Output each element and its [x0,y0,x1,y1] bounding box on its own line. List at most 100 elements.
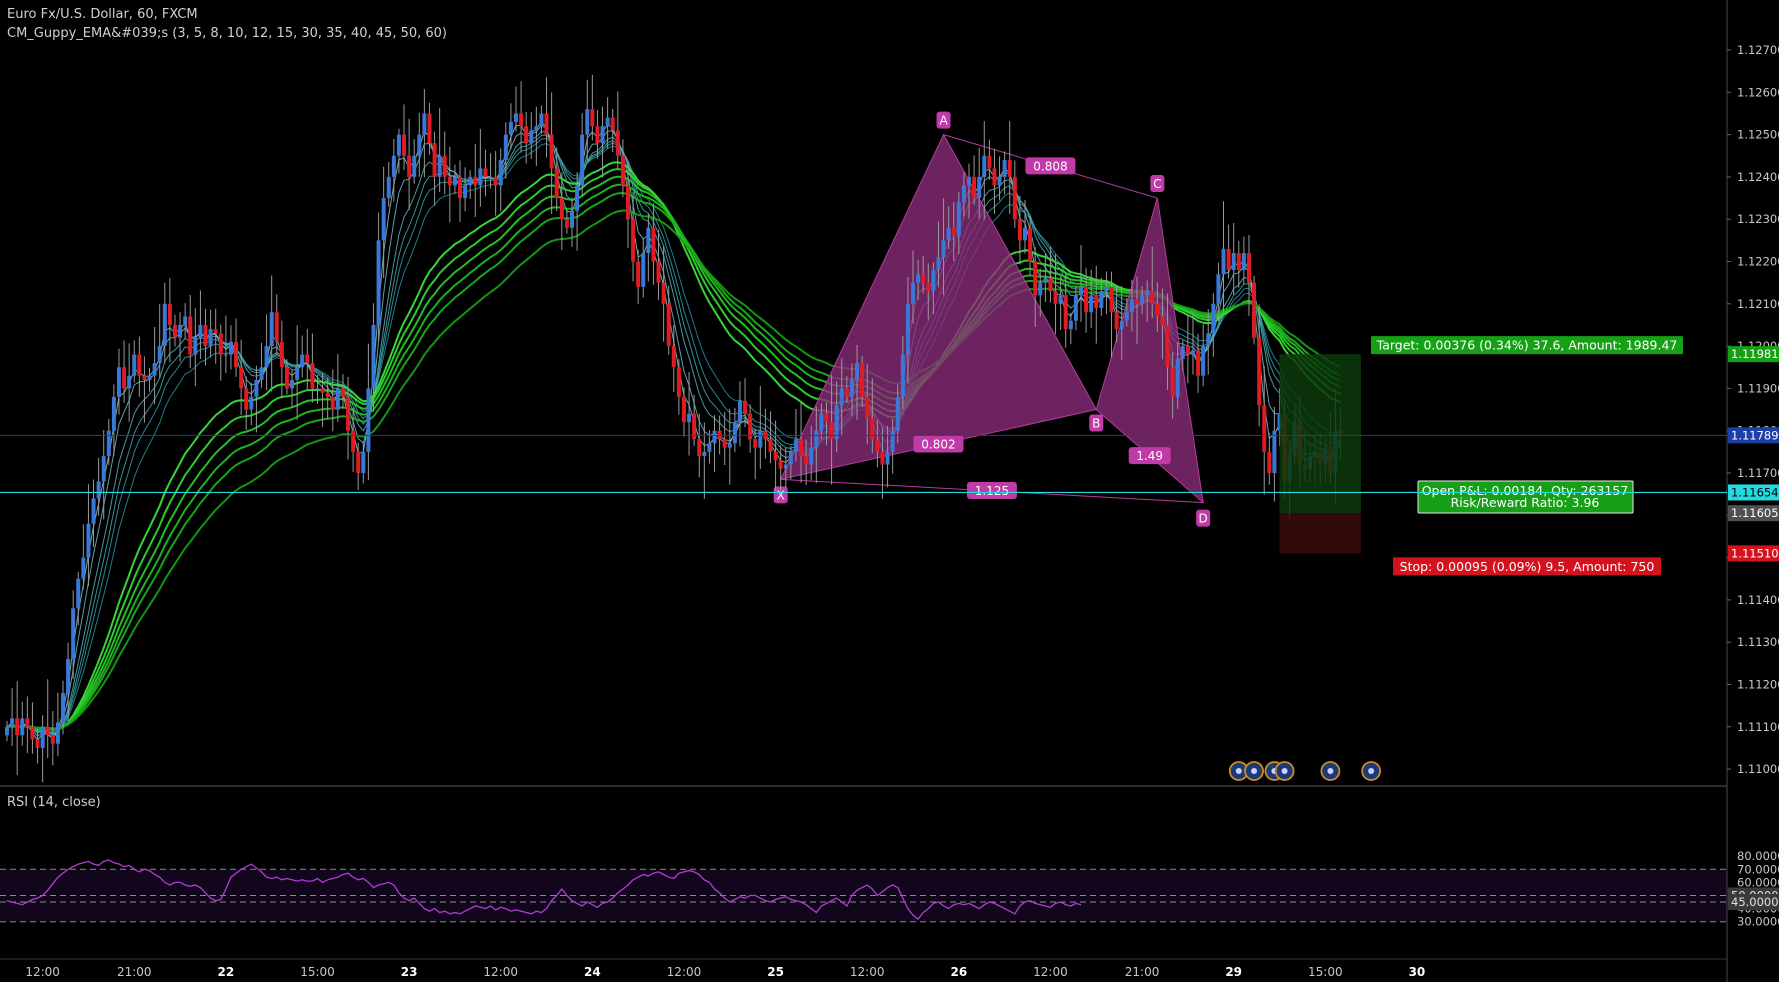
candle-body [681,396,686,423]
economic-event-icon[interactable] [1274,761,1295,781]
candle-body [295,367,300,380]
candle-body [1196,350,1201,376]
time-tick-label: 22 [218,965,235,979]
stop-label: Stop: 0.00095 (0.09%) 9.5, Amount: 750 [1393,557,1661,576]
candle-body [992,168,997,186]
candle [310,333,315,403]
candle-body [371,324,376,389]
candle [40,715,45,783]
event-markers[interactable] [1228,761,1382,781]
candle-body [895,396,900,431]
symbol-title: Euro Fx/U.S. Dollar, 60, FXCM [7,7,198,22]
candle-body [340,388,345,397]
candle-body [71,608,76,660]
rsi-tick-label: 70.0000 [1737,862,1779,876]
candle-body [325,392,330,397]
candle [997,156,1002,201]
candle-body [1017,219,1022,241]
economic-event-icon[interactable] [1361,761,1382,781]
candle-body [172,324,177,338]
candle-body [498,159,503,186]
pnl-label: Open P&L: 0.00184, Qty: 263157Risk/Rewar… [1417,480,1634,514]
price-tick-label: 1.11300 [1737,635,1779,649]
candle-body [712,430,717,444]
candle [1094,265,1099,344]
candle-body [941,240,946,258]
candle [407,118,412,211]
candle-body [91,498,96,524]
candle-body [452,176,457,186]
candle-body [96,481,101,499]
candle [386,162,391,207]
candle-body [178,324,183,338]
candle-body [86,523,91,558]
candle [737,381,742,447]
candle-body [651,227,656,262]
time-tick-label: 21:00 [117,965,152,979]
time-axis[interactable]: 12:00 21:00 22 15:00 23 12:00 24 12:00 25 12:00 26… [0,958,1727,979]
candle [992,148,997,215]
pattern-point-a: A [936,111,951,129]
candle-body [442,155,447,177]
candle-body [519,113,524,127]
price-tag: 1.11605 [1728,505,1779,522]
candle-body [488,176,493,178]
target-label-text: Target: 0.00376 (0.34%) 37.6, Amount: 19… [1376,338,1678,353]
candle-body [25,718,30,727]
candle-body [1236,253,1241,270]
candle [55,692,60,757]
candle-body [1160,316,1165,325]
candle-body [478,168,483,186]
time-tick-label: 15:00 [300,965,335,979]
candle [290,370,295,408]
candle-body [1073,295,1078,321]
candle [412,139,417,184]
candle-body [1185,346,1190,355]
candle [468,170,473,200]
candle [1211,293,1216,357]
candle-body [1155,303,1160,317]
candle [651,203,656,285]
rsi-title: RSI (14, close) [7,795,101,810]
time-tick-label: 29 [1225,965,1242,979]
economic-event-icon[interactable] [1244,761,1264,781]
candle [712,415,717,473]
candle-body [702,451,707,457]
candle [300,335,305,378]
candle-body [1099,291,1104,309]
candle-body [412,155,417,177]
candle-body [1221,248,1226,275]
candle [580,113,585,196]
candle [615,91,620,169]
candle-body [1175,358,1180,397]
candle [590,74,595,141]
candle-body [1124,312,1129,321]
long-position[interactable]: Target: 0.00376 (0.34%) 37.6, Amount: 19… [1279,336,1684,576]
event-icon-dot [1235,768,1242,774]
candle-body [503,134,508,160]
price-axis[interactable]: 1.12700 1.12600 1.12500 1.12400 1.12300 1.122… [1727,43,1779,929]
candle-body [1053,291,1058,304]
stop-zone [1279,513,1361,554]
candle-body [1028,227,1033,262]
candle [167,278,172,363]
candle-body [793,439,798,452]
candle-body [239,367,244,389]
candle-body [916,274,921,283]
candle [692,394,697,447]
candle-body [483,168,488,177]
candle-body [631,219,636,262]
candle [152,327,157,405]
candle [1190,313,1195,375]
candle-body [254,379,259,397]
candle [20,701,25,746]
candle-body [1180,346,1185,359]
candle-body [666,303,671,347]
candle-body [773,451,778,461]
candle [366,343,371,481]
candle-body [1246,253,1251,283]
candle-body [1078,286,1083,296]
economic-event-icon[interactable] [1320,761,1341,781]
candle-body [539,113,544,127]
candle-body [590,109,595,127]
